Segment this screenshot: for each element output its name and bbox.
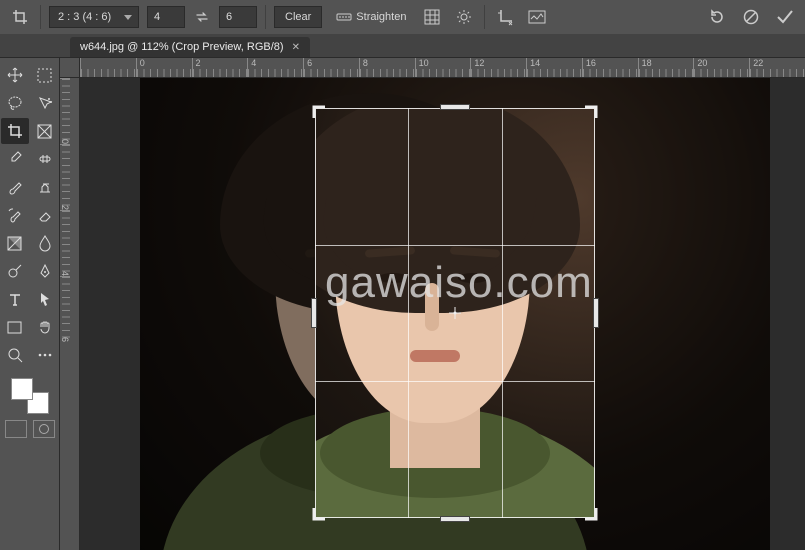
- crop-handle-top-left[interactable]: [313, 106, 329, 122]
- ruler-tick: 4: [247, 58, 303, 77]
- separator: [265, 5, 266, 29]
- blur-tool-icon[interactable]: [31, 230, 59, 256]
- ruler-tick: 16: [582, 58, 638, 77]
- options-bar: 2 : 3 (4 : 6) 4 6 Clear Straighten: [0, 0, 805, 34]
- crop-center-icon: [448, 306, 462, 320]
- ruler-tick: [80, 58, 136, 77]
- marquee-tool-icon[interactable]: [31, 62, 59, 88]
- canvas-area: 0 2 4 6 8 10 12 14 16 18 20 22 0 2 4 6: [60, 58, 805, 550]
- cancel-icon[interactable]: [739, 5, 763, 29]
- commit-icon[interactable]: [773, 5, 797, 29]
- separator: [40, 5, 41, 29]
- delete-cropped-pixels-icon[interactable]: [493, 5, 517, 29]
- ruler-tick: 0: [136, 58, 192, 77]
- ruler-tick: 8: [359, 58, 415, 77]
- hand-tool-icon[interactable]: [31, 314, 59, 340]
- rectangle-tool-icon[interactable]: [1, 314, 29, 340]
- path-select-tool-icon[interactable]: [31, 286, 59, 312]
- history-brush-tool-icon[interactable]: [1, 202, 29, 228]
- crop-handle-left[interactable]: [311, 298, 317, 328]
- lasso-tool-icon[interactable]: [1, 90, 29, 116]
- clone-stamp-tool-icon[interactable]: [31, 174, 59, 200]
- straighten-icon: [336, 11, 352, 23]
- overlay-options-icon[interactable]: [420, 5, 444, 29]
- document-tab-title: w644.jpg @ 112% (Crop Preview, RGB/8): [80, 41, 284, 53]
- pen-tool-icon[interactable]: [31, 258, 59, 284]
- document-viewport[interactable]: gawaiso.com: [80, 78, 805, 550]
- ruler-tick: 2: [192, 58, 248, 77]
- crop-tool-icon[interactable]: [1, 118, 29, 144]
- quick-mask-mode-icon[interactable]: [33, 420, 55, 438]
- clear-button[interactable]: Clear: [274, 6, 322, 28]
- crop-handle-bottom[interactable]: [440, 516, 470, 522]
- ruler-tick: 12: [470, 58, 526, 77]
- ruler-tick: 2: [60, 144, 70, 210]
- crop-handle-right[interactable]: [593, 298, 599, 328]
- close-icon[interactable]: ✕: [292, 42, 300, 53]
- swap-dimensions-icon[interactable]: [193, 6, 211, 28]
- document-tab[interactable]: w644.jpg @ 112% (Crop Preview, RGB/8) ✕: [70, 37, 310, 57]
- crop-tool-indicator-icon[interactable]: [8, 5, 32, 29]
- horizontal-ruler[interactable]: 0 2 4 6 8 10 12 14 16 18 20 22: [80, 58, 805, 78]
- dodge-tool-icon[interactable]: [1, 258, 29, 284]
- standard-mode-icon[interactable]: [5, 420, 27, 438]
- workspace: 0 2 4 6 8 10 12 14 16 18 20 22 0 2 4 6: [0, 58, 805, 550]
- ruler-tick: 6: [60, 276, 70, 342]
- edit-toolbar-icon[interactable]: [31, 342, 59, 368]
- foreground-swatch[interactable]: [11, 378, 33, 400]
- eyedropper-tool-icon[interactable]: [1, 146, 29, 172]
- brush-tool-icon[interactable]: [1, 174, 29, 200]
- reset-icon[interactable]: [705, 5, 729, 29]
- ruler-tick: 14: [526, 58, 582, 77]
- aspect-ratio-value: 2 : 3 (4 : 6): [58, 11, 111, 23]
- image-canvas[interactable]: gawaiso.com: [140, 78, 770, 550]
- content-aware-icon[interactable]: [525, 5, 549, 29]
- type-tool-icon[interactable]: [1, 286, 29, 312]
- ruler-tick: 22: [749, 58, 805, 77]
- crop-handle-bottom-right[interactable]: [581, 504, 597, 520]
- ruler-origin[interactable]: [60, 58, 80, 78]
- crop-handle-top-right[interactable]: [581, 106, 597, 122]
- separator: [484, 5, 485, 29]
- frame-tool-icon[interactable]: [31, 118, 59, 144]
- quick-select-tool-icon[interactable]: [31, 90, 59, 116]
- move-tool-icon[interactable]: [1, 62, 29, 88]
- document-tab-bar: w644.jpg @ 112% (Crop Preview, RGB/8) ✕: [0, 34, 805, 58]
- vertical-ruler[interactable]: 0 2 4 6: [60, 78, 80, 550]
- crop-handle-bottom-left[interactable]: [313, 504, 329, 520]
- toolbox: [0, 58, 60, 550]
- crop-width-input[interactable]: 4: [147, 6, 185, 28]
- eraser-tool-icon[interactable]: [31, 202, 59, 228]
- ruler-tick: 4: [60, 210, 70, 276]
- crop-handle-top[interactable]: [440, 104, 470, 110]
- color-swatches[interactable]: [11, 378, 49, 414]
- ruler-tick: 20: [693, 58, 749, 77]
- ruler-tick: 6: [303, 58, 359, 77]
- crop-options-gear-icon[interactable]: [452, 5, 476, 29]
- ruler-tick: 10: [415, 58, 471, 77]
- healing-brush-tool-icon[interactable]: [31, 146, 59, 172]
- watermark-text: gawaiso.com: [325, 258, 593, 308]
- crop-height-input[interactable]: 6: [219, 6, 257, 28]
- gradient-tool-icon[interactable]: [1, 230, 29, 256]
- straighten-button[interactable]: Straighten: [330, 6, 412, 28]
- ruler-tick: 18: [638, 58, 694, 77]
- crop-box[interactable]: [315, 108, 595, 518]
- ruler-tick: 0: [60, 78, 70, 144]
- aspect-ratio-dropdown[interactable]: 2 : 3 (4 : 6): [49, 6, 139, 28]
- zoom-tool-icon[interactable]: [1, 342, 29, 368]
